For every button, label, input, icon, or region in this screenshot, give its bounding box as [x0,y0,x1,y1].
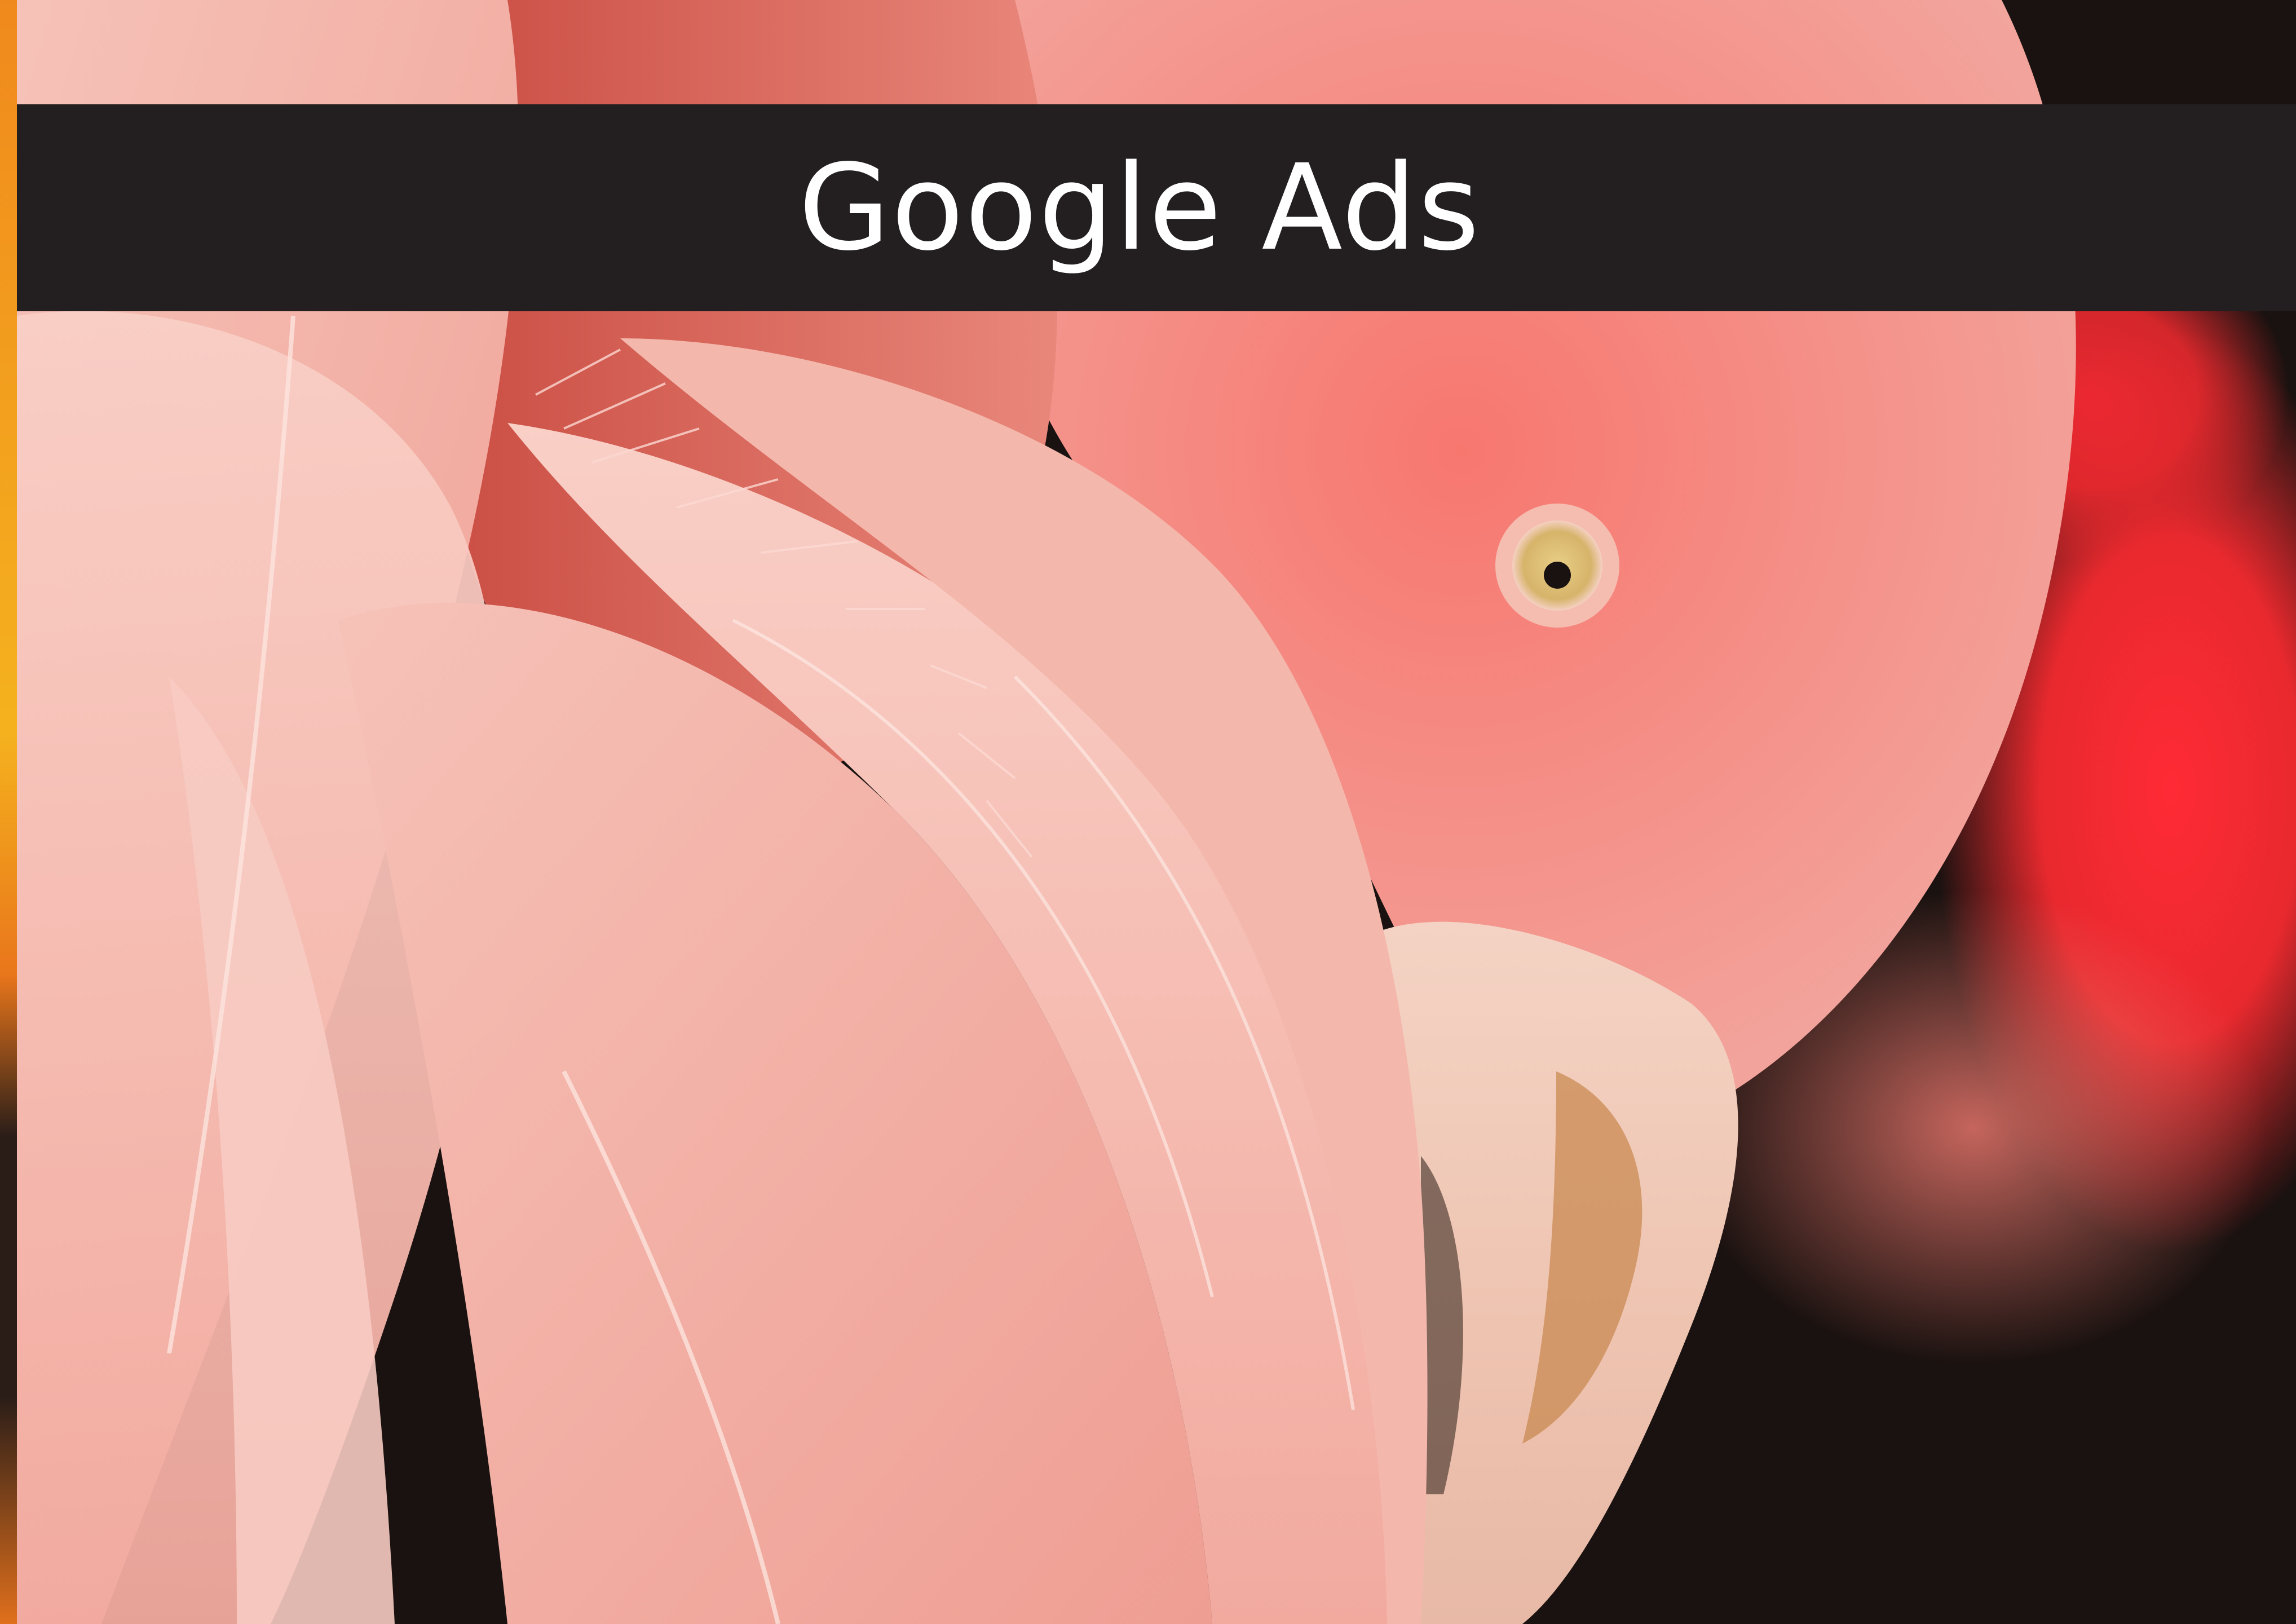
title-banner: Google Ads [17,104,2296,311]
page-title: Google Ads [798,138,1481,277]
left-edge-strip [0,0,17,1624]
cover-page: Google Ads [0,0,2296,1624]
